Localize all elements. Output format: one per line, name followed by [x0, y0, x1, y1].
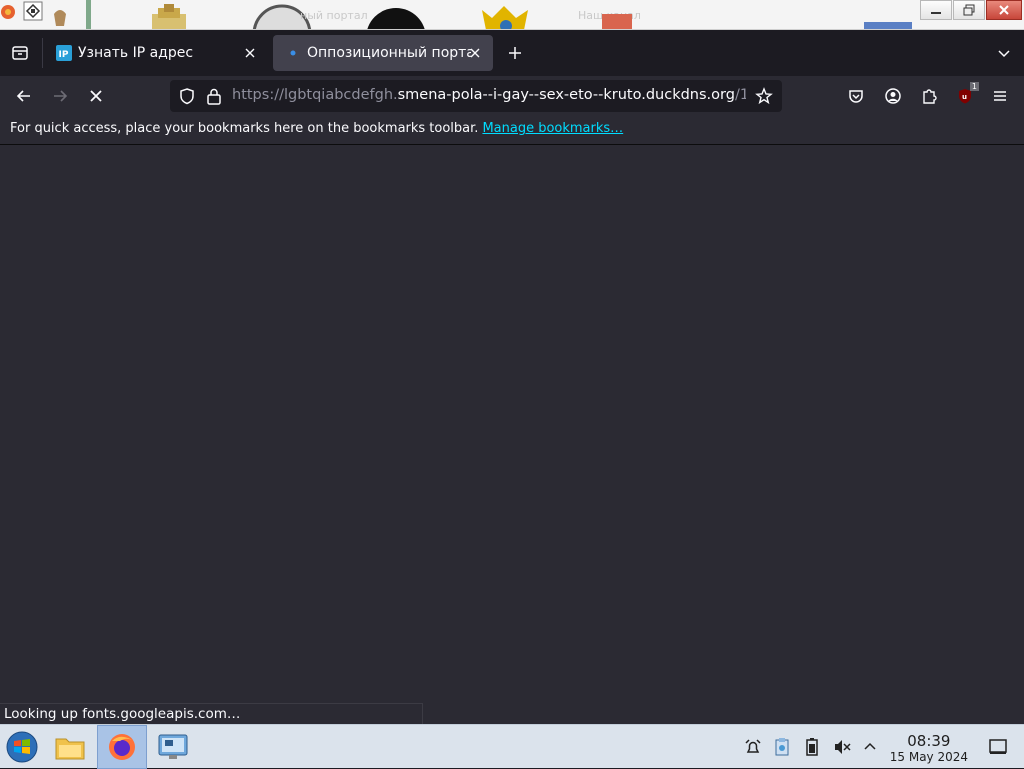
tray-battery[interactable]	[801, 725, 823, 769]
page-content-area[interactable]	[0, 145, 1024, 724]
page-bleed-decor	[86, 0, 94, 29]
tray-clipboard[interactable]	[771, 725, 793, 769]
menu-icon	[994, 91, 1006, 101]
restore-icon	[963, 4, 975, 16]
tab-ip-address[interactable]: IP Узнать IP адрес	[44, 35, 268, 71]
extensions-button[interactable]	[915, 82, 943, 110]
bookmarks-hint-text: For quick access, place your bookmarks h…	[10, 121, 479, 136]
taskbar-file-manager[interactable]	[50, 725, 90, 769]
tab-title: Оппозиционный портал	[307, 45, 471, 61]
page-bleed-decor	[598, 0, 642, 29]
remote-desktop-icon	[158, 734, 188, 759]
list-all-tabs-button[interactable]	[990, 39, 1018, 67]
arrow-left-icon	[16, 90, 30, 102]
minimize-button[interactable]	[920, 0, 952, 20]
manage-bookmarks-link[interactable]: Manage bookmarks…	[482, 121, 623, 136]
page-bleed-decor	[862, 0, 914, 29]
minimize-icon	[931, 12, 941, 14]
volume-muted-icon	[835, 740, 851, 754]
page-bleed-decor	[144, 0, 196, 29]
plus-icon	[509, 47, 521, 59]
page-bleed-decor	[362, 0, 426, 29]
tab-strip: IP Узнать IP адрес Оппозиционный портал	[0, 30, 1024, 76]
firefox-view-button[interactable]	[6, 39, 34, 67]
restore-button[interactable]	[953, 0, 985, 20]
arrow-right-icon	[54, 90, 68, 102]
loading-dot-icon	[290, 50, 296, 56]
clock-date: 15 May 2024	[889, 750, 968, 764]
new-tab-button[interactable]	[501, 39, 529, 67]
page-bleed-text: ный портал	[300, 9, 368, 22]
tray-volume[interactable]	[831, 725, 853, 769]
alarm-icon	[745, 739, 761, 753]
close-icon	[999, 5, 1009, 15]
firefox-icon	[109, 734, 135, 760]
battery-icon	[806, 738, 818, 756]
pin-icon[interactable]	[22, 0, 44, 29]
url-suffix: /19	[734, 87, 746, 103]
close-tab-icon[interactable]	[242, 45, 258, 61]
status-text: Looking up fonts.googleapis.com…	[4, 706, 241, 722]
tab-separator	[42, 38, 43, 68]
start-orb-icon	[6, 731, 38, 763]
firefox-view-icon	[12, 46, 28, 60]
tray-alarm[interactable]	[742, 725, 764, 769]
url-host: smena-pola--i-gay--sex-eto--kruto.duckdn…	[397, 87, 735, 103]
navigation-toolbar: https://lgbtqiabcdefgh.smena-pola--i-gay…	[0, 76, 1024, 116]
show-desktop-icon	[989, 739, 1007, 754]
tracking-protection-shield-icon[interactable]	[178, 87, 196, 105]
bookmark-star-icon[interactable]	[755, 87, 773, 105]
show-desktop-button[interactable]	[984, 725, 1012, 769]
close-tab-icon[interactable]	[467, 45, 483, 61]
account-icon	[885, 88, 901, 104]
svg-text:u: u	[962, 93, 967, 101]
pocket-button[interactable]	[842, 82, 870, 110]
tray-expand-icon	[864, 742, 876, 750]
tab-opposition-portal[interactable]: Оппозиционный портал	[273, 35, 493, 71]
account-button[interactable]	[879, 82, 907, 110]
ublock-extension-button[interactable]: u 1	[951, 82, 979, 110]
file-manager-icon	[55, 738, 85, 760]
status-panel: Looking up fonts.googleapis.com…	[0, 703, 423, 724]
taskbar: 08:39 15 May 2024	[0, 724, 1024, 769]
extensions-icon	[923, 89, 937, 104]
taskbar-clock[interactable]: 08:39 15 May 2024	[890, 732, 968, 764]
bookmarks-toolbar: For quick access, place your bookmarks h…	[0, 116, 1024, 145]
firefox-icon[interactable]	[0, 0, 18, 29]
svg-text:IP: IP	[59, 50, 69, 60]
close-window-button[interactable]	[986, 0, 1022, 20]
lock-icon[interactable]	[206, 87, 222, 105]
forward-button[interactable]	[46, 82, 74, 110]
tab-title: Узнать IP адрес	[78, 45, 194, 61]
app-menu-button[interactable]	[986, 82, 1014, 110]
start-button[interactable]	[2, 725, 42, 769]
page-bleed-decor	[50, 0, 70, 29]
clipboard-icon	[775, 738, 789, 756]
page-bleed-decor	[476, 0, 536, 29]
back-button[interactable]	[10, 82, 38, 110]
url-text[interactable]: https://lgbtqiabcdefgh.smena-pola--i-gay…	[232, 87, 746, 103]
taskbar-remote-desktop[interactable]	[153, 725, 193, 769]
extension-badge: 1	[969, 82, 979, 91]
ip-favicon: IP	[56, 45, 72, 61]
url-prefix: https://lgbtqiabcdefgh.	[232, 87, 398, 103]
bookmarks-empty-message: For quick access, place your bookmarks h…	[10, 121, 623, 136]
stop-button[interactable]	[82, 82, 110, 110]
tray-expand-button[interactable]	[860, 725, 880, 769]
stop-x-icon	[90, 90, 102, 102]
chevron-down-icon	[998, 50, 1010, 58]
clock-time: 08:39	[907, 732, 951, 750]
pocket-icon	[849, 90, 863, 103]
window-title-strip: ный портал Наш канал	[0, 0, 1024, 30]
url-bar[interactable]: https://lgbtqiabcdefgh.smena-pola--i-gay…	[170, 80, 782, 112]
taskbar-firefox[interactable]	[97, 725, 147, 769]
